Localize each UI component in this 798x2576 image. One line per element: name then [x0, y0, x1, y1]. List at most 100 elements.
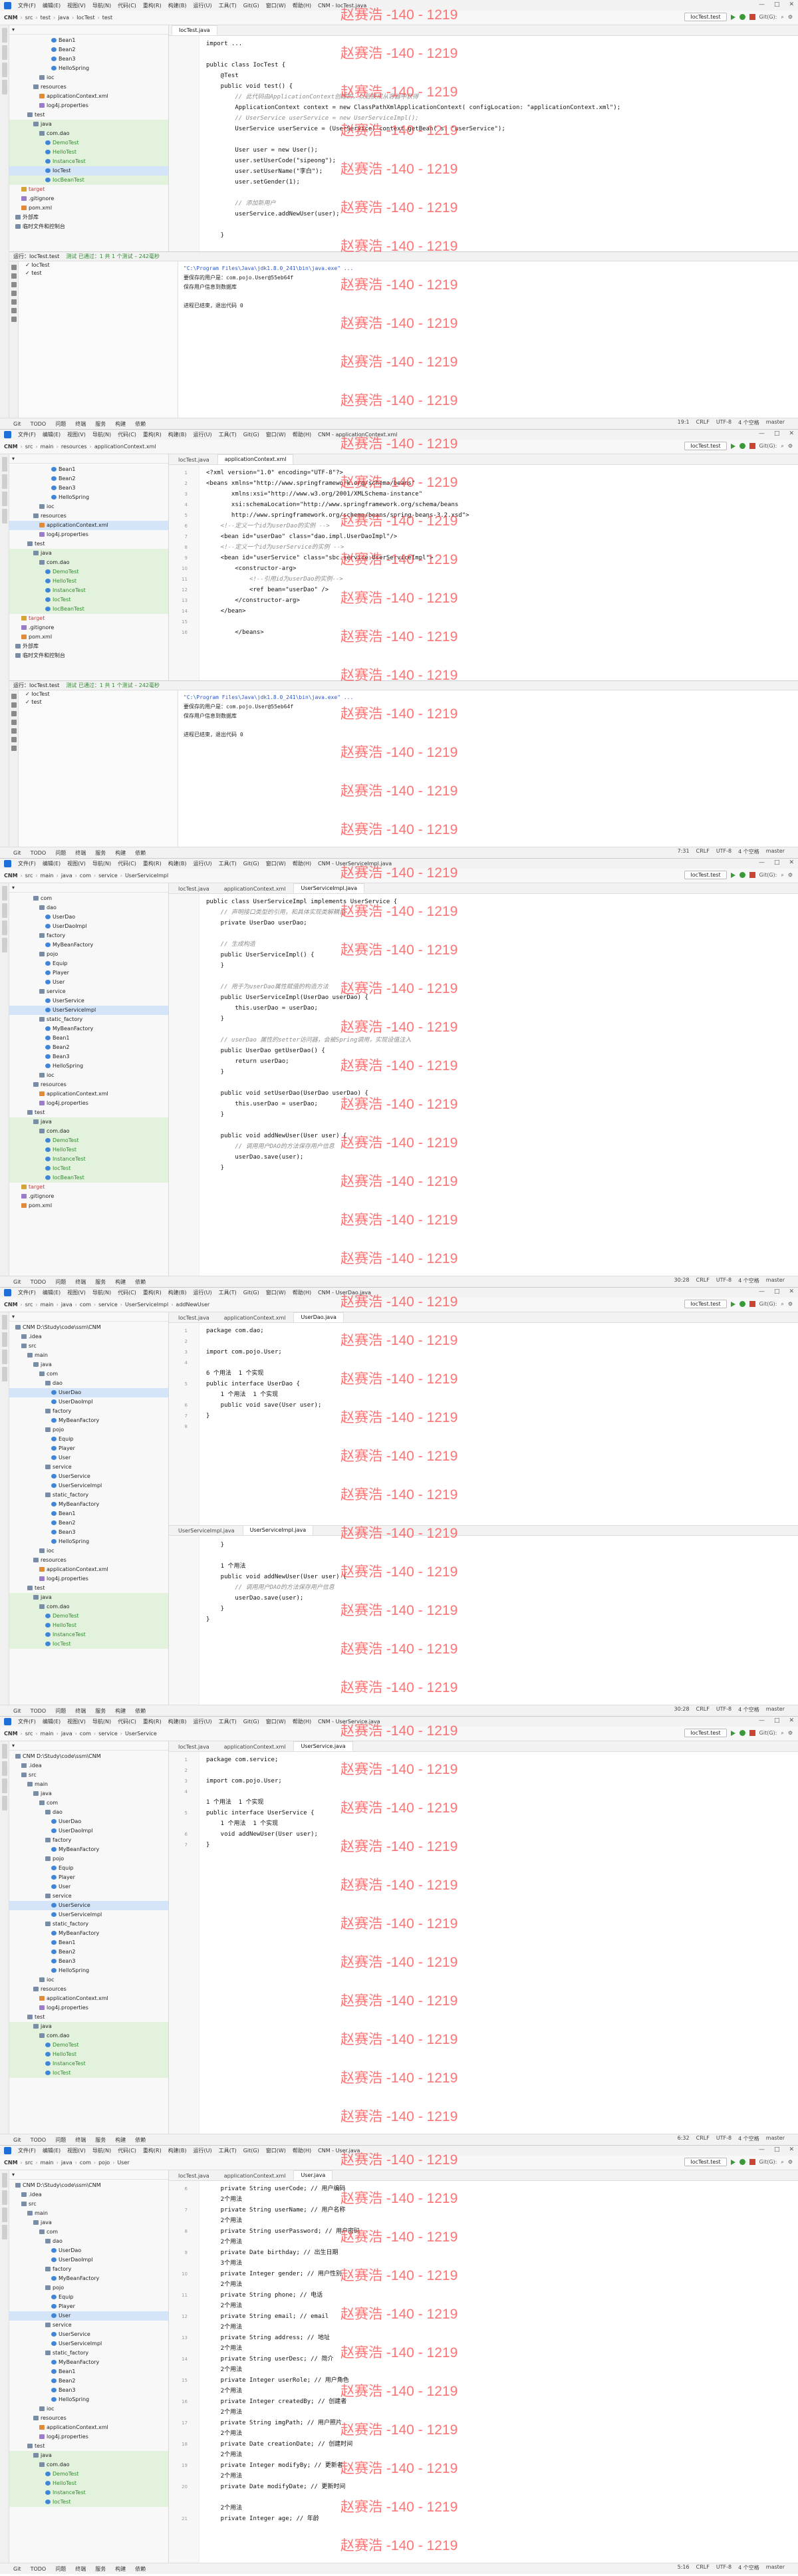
tree-node[interactable]: Player — [9, 1873, 168, 1882]
menu-item[interactable]: 导航(N) — [92, 860, 111, 867]
tree-node[interactable]: static_factory — [9, 1015, 168, 1024]
menu-item[interactable]: 代码(C) — [118, 2, 136, 9]
code-line[interactable]: private String userCode; // 用户编码 — [206, 2184, 346, 2194]
menu-item[interactable]: 重构(R) — [143, 1718, 162, 1725]
tree-node[interactable]: factory — [9, 1407, 168, 1416]
breadcrumb-item[interactable]: src — [25, 1731, 33, 1737]
bottom-tool-button[interactable]: TODO — [31, 2566, 47, 2572]
tree-node[interactable]: applicationContext.xml — [9, 1994, 168, 2003]
maximize-button[interactable]: □ — [774, 2146, 780, 2153]
breadcrumb-item[interactable]: com — [80, 2160, 91, 2166]
bottom-tool-button[interactable]: 构建 — [115, 2565, 126, 2573]
tree-node[interactable]: resources — [9, 511, 168, 521]
run-action-button[interactable] — [11, 694, 17, 699]
code-line[interactable]: 2个用法 — [206, 2343, 242, 2354]
close-button[interactable]: ✕ — [789, 430, 794, 437]
tree-node[interactable]: 外部库 — [9, 213, 168, 222]
debug-icon[interactable] — [739, 443, 745, 449]
minimize-button[interactable]: — — [759, 1, 765, 8]
tree-node[interactable]: HelloSpring — [9, 64, 168, 73]
menu-item[interactable]: 运行(U) — [193, 2, 211, 9]
menu-item[interactable]: 帮助(H) — [293, 2147, 311, 2154]
tree-node[interactable]: HelloSpring — [9, 1062, 168, 1071]
tree-node[interactable]: Bean3 — [9, 55, 168, 64]
menu-item[interactable]: 编辑(E) — [43, 2147, 61, 2154]
editor-tab[interactable]: applicationContext.xml — [217, 885, 293, 893]
editor-tab[interactable]: UserServiceImpl.java — [172, 1526, 241, 1535]
code-line[interactable]: } — [206, 1840, 209, 1850]
menu-item[interactable]: 窗口(W) — [266, 860, 286, 867]
breadcrumb-item[interactable]: java — [61, 873, 72, 879]
code-line[interactable]: </beans> — [206, 627, 263, 638]
code-line[interactable]: // 调用用户DAO的方法保存用户信息 — [206, 1582, 334, 1593]
code-line[interactable]: private String userName; // 用户名称 — [206, 2205, 346, 2216]
bottom-tool-button[interactable]: 问题 — [55, 1707, 66, 1715]
tree-node[interactable]: InstanceTest — [9, 2488, 168, 2498]
code-line[interactable]: // 添加新用户 — [206, 198, 275, 209]
breadcrumb-item[interactable]: src — [25, 873, 33, 879]
breadcrumb-item[interactable]: src — [25, 1302, 33, 1308]
menu-item[interactable]: Git(G) — [243, 432, 259, 438]
settings-icon[interactable]: ⚙ — [788, 2159, 793, 2165]
tree-node[interactable]: UserServiceImpl — [9, 2339, 168, 2349]
tree-node[interactable]: .gitignore — [9, 623, 168, 633]
menu-item[interactable]: 视图(V) — [67, 2147, 86, 2154]
breadcrumb-item[interactable]: main — [41, 873, 54, 879]
tree-node[interactable]: applicationContext.xml — [9, 521, 168, 530]
tree-node[interactable]: main — [9, 1351, 168, 1360]
tree-node[interactable]: InstanceTest — [9, 2059, 168, 2069]
editor-tab[interactable]: UserService.java — [293, 1741, 353, 1751]
code-line[interactable]: @Test — [206, 71, 239, 81]
menu-item[interactable]: 帮助(H) — [293, 2, 311, 9]
tree-node[interactable]: 外部库 — [9, 642, 168, 651]
test-node[interactable]: ✓ IocTest — [19, 261, 178, 269]
tree-node[interactable]: log4j.properties — [9, 1099, 168, 1108]
code-line[interactable]: } — [206, 1411, 209, 1421]
tree-node[interactable]: Bean1 — [9, 1938, 168, 1947]
editor-tab[interactable]: IocTest.java — [172, 1743, 216, 1751]
tree-node[interactable]: DemoTest — [9, 2041, 168, 2050]
menu-item[interactable]: 工具(T) — [219, 431, 237, 438]
breadcrumb-item[interactable]: service — [98, 873, 118, 879]
breadcrumb-item[interactable]: test — [41, 15, 51, 21]
menu-item[interactable]: 帮助(H) — [293, 431, 311, 438]
tree-node[interactable]: dao — [9, 1379, 168, 1388]
breadcrumb-item[interactable]: main — [41, 2160, 54, 2166]
run-icon[interactable] — [730, 2159, 735, 2165]
bottom-tool-button[interactable]: 依赖 — [135, 1278, 146, 1286]
menu-item[interactable]: 工具(T) — [219, 1718, 237, 1725]
tree-node[interactable]: test — [9, 110, 168, 120]
menu-item[interactable]: 构建(B) — [168, 2, 187, 9]
code-line[interactable]: private String userDesc; // 简介 — [206, 2354, 334, 2364]
menu-item[interactable]: 编辑(E) — [43, 1718, 61, 1725]
bottom-tool-button[interactable]: TODO — [31, 1279, 47, 1285]
tree-node[interactable]: HelloTest — [9, 148, 168, 157]
code-line[interactable]: import com.pojo.User; — [206, 1776, 282, 1787]
code-line[interactable]: // 声明接口类型的引用，和具体实现类解耦合 — [206, 907, 345, 918]
editor-tab[interactable]: IocTest.java — [172, 1314, 216, 1322]
run-icon[interactable] — [730, 14, 735, 20]
tree-node[interactable]: 临时文件和控制台 — [9, 222, 168, 231]
settings-icon[interactable]: ⚙ — [788, 1301, 793, 1307]
code-line[interactable]: } — [206, 1109, 224, 1120]
code-line[interactable]: // 生成构造 — [206, 939, 255, 950]
code-line[interactable]: public void test() { — [206, 81, 293, 92]
code-line[interactable]: userService.addNewUser(user); — [206, 209, 339, 219]
status-item[interactable]: 30:28 — [674, 1277, 690, 1284]
breadcrumb-item[interactable]: src — [25, 2160, 33, 2166]
tool-window-button[interactable] — [2, 2225, 7, 2239]
run-action-button[interactable] — [11, 728, 17, 734]
tree-node[interactable]: java — [9, 1593, 168, 1602]
menu-item[interactable]: 导航(N) — [92, 1718, 111, 1725]
code-line[interactable]: public class IocTest { — [206, 60, 285, 71]
breadcrumb-item[interactable]: service — [98, 1302, 118, 1308]
status-item[interactable]: UTF-8 — [716, 2135, 732, 2142]
menu-item[interactable]: 重构(R) — [143, 860, 162, 867]
menu-item[interactable]: 视图(V) — [67, 431, 86, 438]
code-line[interactable]: private Integer modifyBy; // 更新者 — [206, 2460, 343, 2471]
editor-tab[interactable]: IocTest.java — [172, 885, 216, 893]
menu-item[interactable]: Git(G) — [243, 2148, 259, 2154]
tree-node[interactable]: IocTest — [9, 2498, 168, 2507]
tree-node[interactable]: UserService — [9, 1472, 168, 1481]
status-item[interactable]: CRLF — [696, 419, 710, 426]
